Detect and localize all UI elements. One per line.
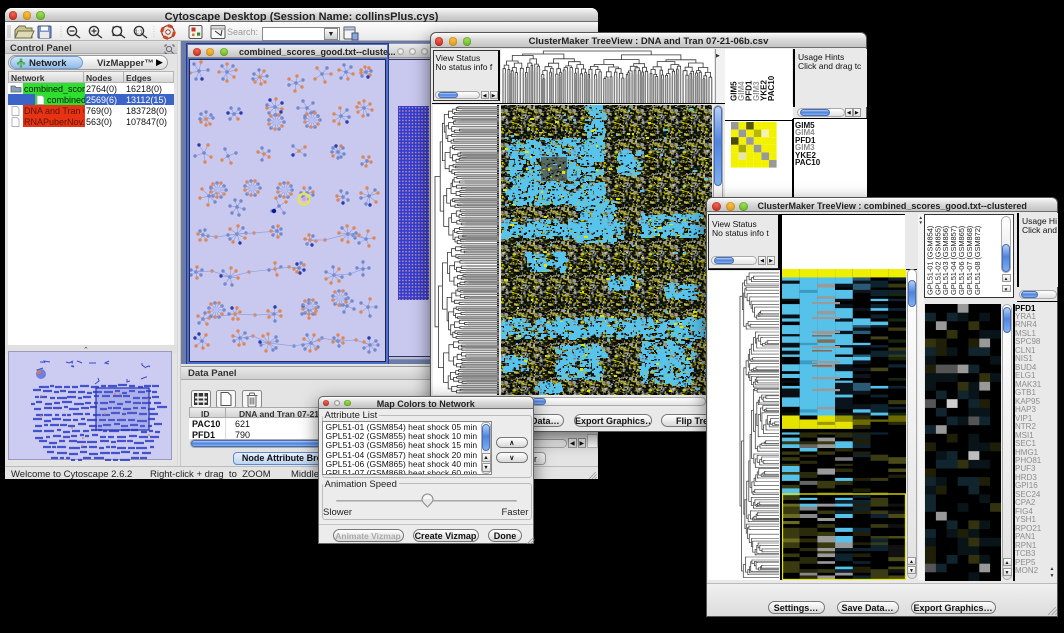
svg-text:GPL51-08 (GSM872): GPL51-08 (GSM872): [973, 225, 982, 295]
svg-text:1:1: 1:1: [135, 29, 143, 35]
svg-text:Search:: Search:: [227, 27, 258, 37]
svg-text:PAC10: PAC10: [767, 75, 776, 101]
